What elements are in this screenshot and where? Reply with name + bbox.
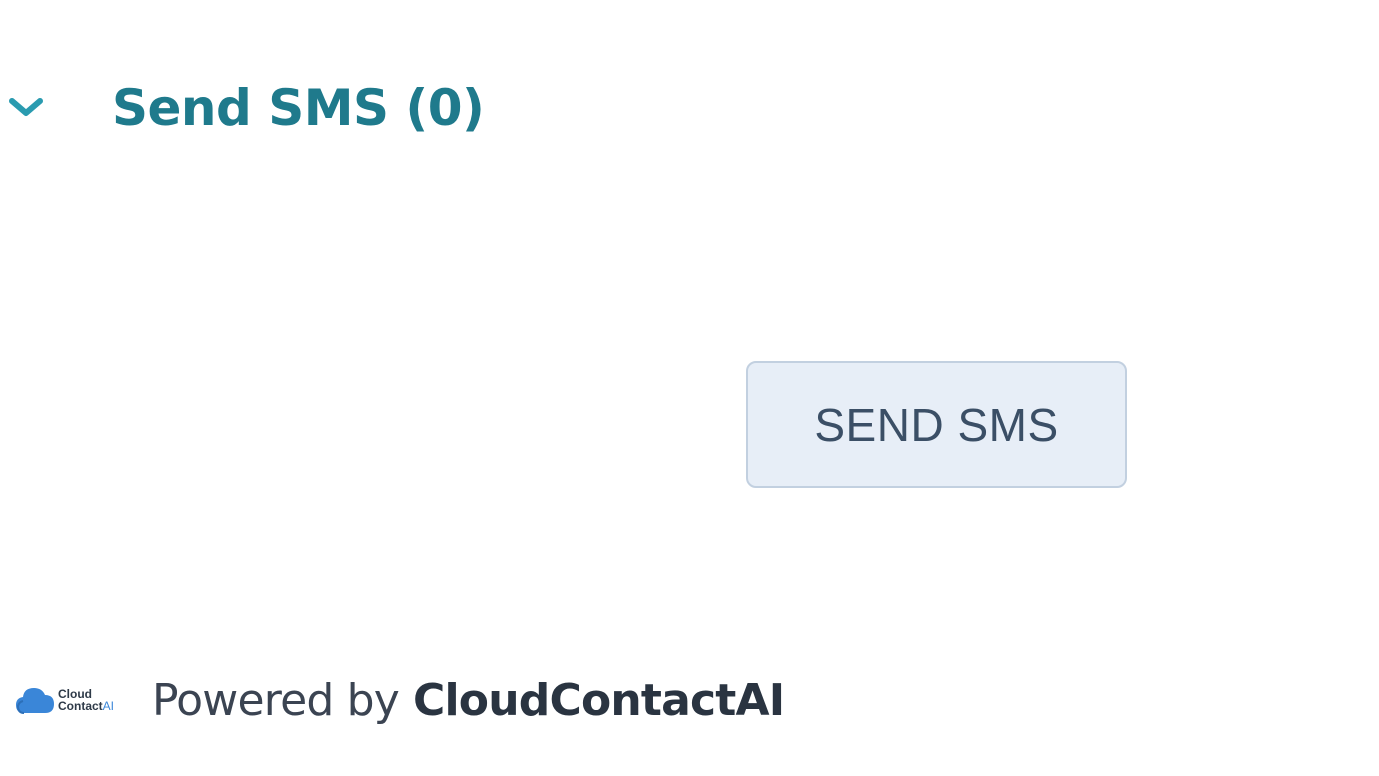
logo-line-2-text: Contact — [58, 699, 103, 713]
logo-wordmark: Cloud ContactAI — [58, 688, 114, 712]
brand-name[interactable]: CloudContactAI — [413, 675, 785, 726]
sms-panel: Send SMS (0) SEND SMS Cloud ContactAI Po… — [0, 0, 1379, 776]
cloudcontactai-logo: Cloud ContactAI — [14, 680, 138, 720]
send-sms-button[interactable]: SEND SMS — [746, 361, 1127, 488]
section-title: Send SMS (0) — [112, 79, 485, 137]
powered-by-text: Powered by — [152, 674, 400, 726]
cloud-icon — [16, 688, 54, 714]
logo-line-2: ContactAI — [58, 700, 114, 712]
powered-by-footer: Cloud ContactAI Powered by CloudContactA… — [14, 668, 785, 732]
logo-ai-suffix: AI — [102, 699, 115, 713]
chevron-down-icon[interactable] — [6, 92, 46, 122]
